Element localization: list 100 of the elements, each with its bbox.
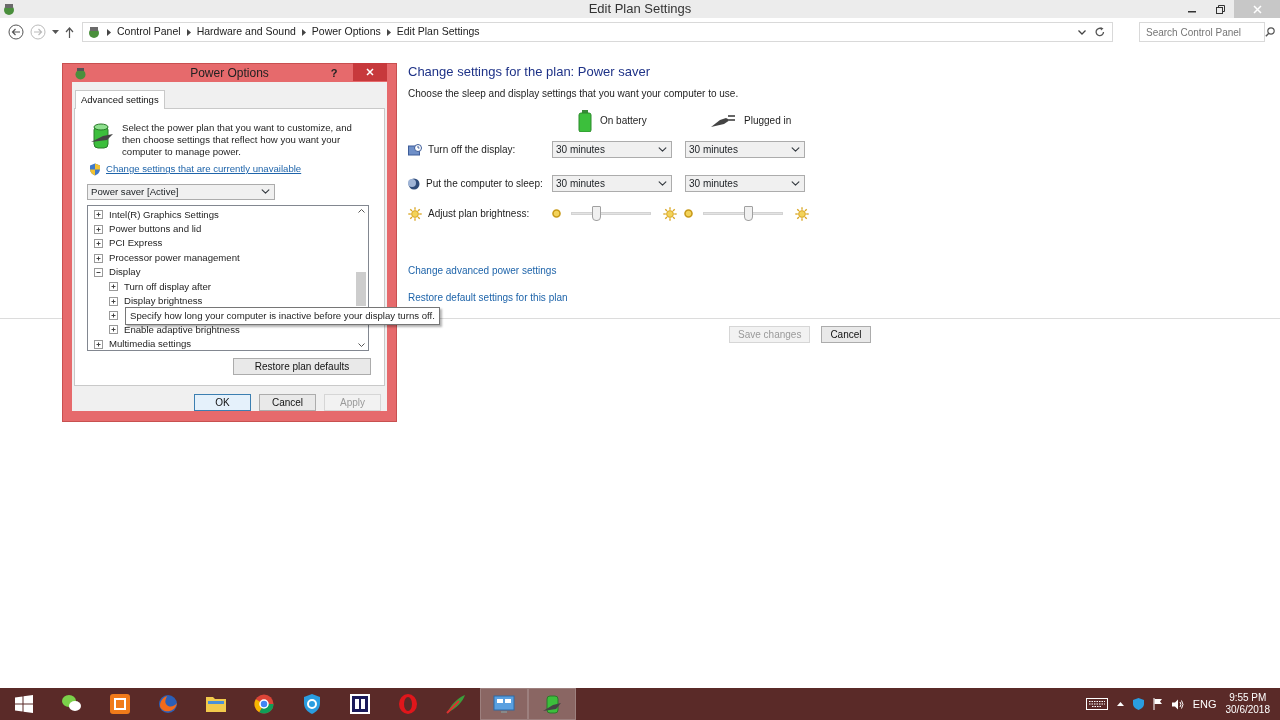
chevron-icon	[107, 28, 111, 36]
fox-globe-icon	[157, 693, 179, 715]
tab[interactable]: Advanced settings	[75, 90, 165, 110]
caret-icon	[52, 30, 59, 34]
refresh-icon	[1095, 27, 1105, 37]
close-icon	[366, 68, 374, 76]
language-indicator[interactable]: ENG	[1192, 695, 1217, 713]
slider-thumb[interactable]	[592, 206, 602, 222]
link[interactable]: Change settings that are currently unavailable	[106, 162, 302, 177]
flag-icon	[1152, 698, 1163, 710]
dialog-title: Power Options	[190, 65, 269, 82]
close-icon	[1252, 4, 1262, 14]
shield-icon	[301, 693, 323, 715]
dialog-button[interactable]: Cancel	[821, 325, 871, 343]
bright-brightness-icon	[663, 206, 677, 221]
dark-tile-icon	[349, 693, 371, 715]
expand-icon[interactable]	[94, 239, 103, 249]
dim-brightness-icon	[552, 209, 561, 219]
windows-logo-icon	[15, 695, 33, 713]
window-title: Edit Plan Settings	[588, 0, 692, 19]
search-field[interactable]: Search Control Panel	[1139, 22, 1265, 42]
expand-icon[interactable]	[94, 339, 103, 349]
page-description: Choose the sleep and display settings that you want your computer to use.	[408, 86, 740, 101]
back-button[interactable]	[8, 23, 24, 41]
plug-icon	[710, 113, 736, 128]
chevron-icon	[386, 28, 391, 36]
expand-icon[interactable]	[109, 296, 118, 306]
chevron-icon	[186, 28, 191, 36]
ring-icon	[397, 693, 419, 715]
power-options-icon	[74, 66, 87, 80]
address-bar[interactable]: Control Panel Hardware and Sound Power Options Edit Plan Settings	[82, 22, 1113, 42]
collapse-icon[interactable]	[94, 267, 103, 277]
dialog-button[interactable]: Cancel	[259, 394, 316, 412]
breadcrumb-item[interactable]: Hardware and Sound	[196, 24, 296, 40]
column-heading: On battery	[600, 114, 647, 129]
tree-item[interactable]: Display brightness	[124, 294, 203, 309]
breadcrumb-item[interactable]: Edit Plan Settings	[396, 24, 480, 40]
control-panel-icon	[2, 2, 16, 16]
expand-icon[interactable]	[94, 224, 103, 234]
dropdown[interactable]: 30 minutes	[685, 175, 805, 193]
expand-icon[interactable]	[109, 325, 118, 335]
expand-icon[interactable]	[94, 253, 103, 263]
speaker-icon	[1171, 698, 1184, 710]
setting-label: Turn off the display:	[428, 143, 516, 158]
clock-date[interactable]: 30/6/2018	[1225, 704, 1270, 716]
scroll-down-icon	[357, 342, 365, 347]
setting-label: Put the computer to sleep:	[426, 177, 543, 192]
tree-item[interactable]: Intel(R) Graphics Settings	[109, 207, 219, 223]
scrollbar-thumb[interactable]	[356, 271, 366, 306]
tree-item[interactable]: Display	[109, 265, 141, 280]
dropdown[interactable]: Power saver [Active]	[87, 183, 275, 200]
chevron-icon	[301, 28, 306, 36]
expand-icon[interactable]	[109, 311, 118, 321]
tooltip: Specify how long your computer is inactive before your display turns off.	[125, 307, 440, 326]
clock-time[interactable]: 9:55 PM	[1229, 692, 1267, 704]
battery-plug-icon	[541, 693, 563, 715]
dropdown[interactable]: 30 minutes	[552, 175, 672, 193]
shield-icon	[89, 162, 101, 176]
help-button[interactable]: ?	[327, 64, 341, 82]
monitor-clock-icon	[408, 143, 422, 156]
restore-defaults-button[interactable]: Restore plan defaults	[233, 357, 371, 375]
setting-label: Adjust plan brightness:	[428, 207, 530, 222]
dim-brightness-icon	[684, 209, 693, 219]
expand-icon[interactable]	[94, 210, 103, 220]
link[interactable]: Restore default settings for this plan	[408, 289, 568, 305]
moon-icon	[408, 177, 420, 190]
breadcrumb-item[interactable]: Power Options	[311, 24, 381, 40]
dropdown[interactable]: 30 minutes	[552, 141, 672, 159]
slider-thumb[interactable]	[744, 206, 754, 222]
search-icon	[1265, 27, 1275, 37]
restore-icon	[1215, 4, 1225, 14]
app-tile-icon	[109, 693, 131, 715]
battery-plug-icon	[89, 122, 115, 151]
tree-item[interactable]: Power buttons and lid	[109, 222, 202, 237]
intro-text: Select the power plan that you want to customize, and then choose settings that reflect how you want your computer to manage power.	[122, 122, 353, 159]
dropdown[interactable]: 30 minutes	[685, 141, 805, 159]
breadcrumb-item[interactable]: Control Panel	[117, 24, 181, 40]
expand-icon[interactable]	[109, 282, 118, 292]
tree-item[interactable]: Turn off display after	[124, 279, 211, 294]
up-arrow-icon	[65, 26, 74, 38]
bright-brightness-icon	[795, 206, 809, 221]
control-panel-icon	[87, 25, 101, 39]
tree-item[interactable]: Multimedia settings	[109, 337, 192, 350]
monitor-icon	[493, 693, 515, 715]
round-browser-icon	[253, 693, 275, 715]
scroll-up-icon	[357, 208, 365, 213]
sun-icon	[408, 206, 422, 221]
feather-icon	[445, 693, 467, 715]
link[interactable]: Change advanced power settings	[408, 262, 557, 278]
keyboard-icon	[1085, 698, 1108, 710]
tree-item[interactable]: Processor power management	[109, 250, 240, 266]
chevron-down-icon	[1077, 29, 1086, 35]
battery-icon	[578, 109, 592, 132]
dialog-button[interactable]: OK	[194, 394, 251, 412]
tree-item[interactable]: PCI Express	[109, 236, 163, 251]
close-button[interactable]	[353, 63, 387, 81]
shield-icon	[1132, 698, 1144, 710]
column-heading: Plugged in	[744, 114, 792, 129]
page-heading: Change settings for the plan: Power saver	[408, 64, 652, 80]
show-hidden-icons-icon	[1116, 702, 1124, 706]
